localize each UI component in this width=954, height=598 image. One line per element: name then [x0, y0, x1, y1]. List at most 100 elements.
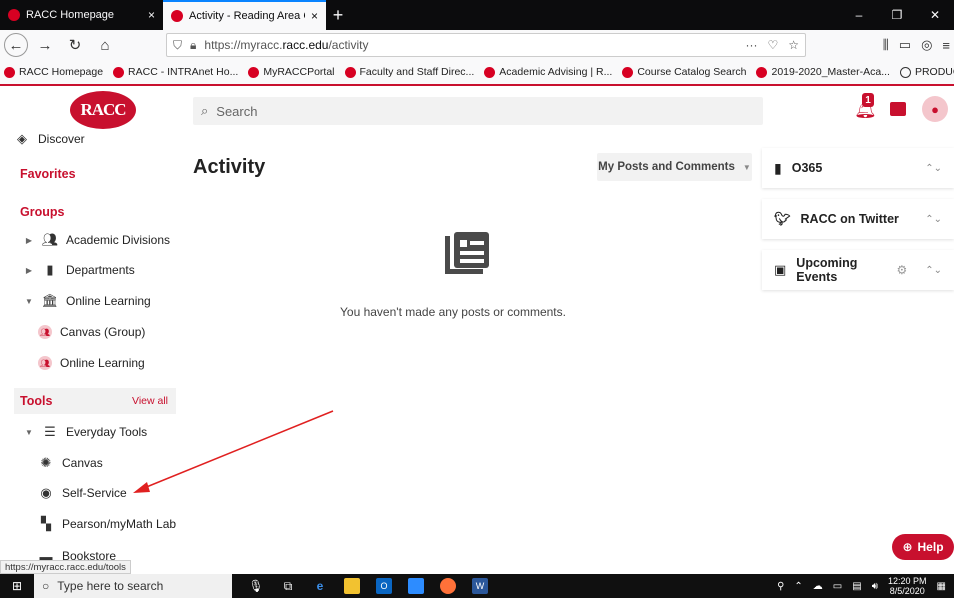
- task-view-icon[interactable]: ⧉: [280, 578, 296, 594]
- expand-chevron-icon[interactable]: ⌃⌄: [925, 163, 942, 174]
- volume-icon[interactable]: 🔊︎: [872, 581, 878, 592]
- widget-label: O365: [791, 161, 823, 175]
- filter-dropdown[interactable]: My Posts and Comments ▼: [597, 153, 752, 181]
- sidebar-item-label: Departments: [66, 263, 135, 277]
- word-icon[interactable]: W: [472, 578, 488, 594]
- pearson-icon: ▚: [41, 516, 51, 531]
- bookmark-item[interactable]: MyRACCPortal: [248, 66, 335, 78]
- taskbar-search-input[interactable]: ○ Type here to search: [34, 574, 232, 598]
- url-bar[interactable]: ⛉ 🔒︎ https://myracc.racc.edu/activity ··…: [166, 33, 806, 57]
- bookmark-item[interactable]: Faculty and Staff Direc...: [344, 66, 475, 78]
- window-controls: – ❐ ✕: [840, 0, 954, 30]
- bookmark-item[interactable]: Course Catalog Search: [622, 66, 746, 78]
- expand-chevron-icon[interactable]: ⌃⌄: [925, 214, 942, 225]
- bookmark-label: PRODUCTION - [R18_...: [914, 66, 954, 78]
- sidebar-item-label: Everyday Tools: [66, 425, 148, 439]
- reload-button[interactable]: ↻: [62, 32, 88, 58]
- sidebar-item-online-learning[interactable]: ▼ 🏛︎ Online Learning: [0, 291, 178, 311]
- tools-view-all-link[interactable]: View all: [132, 395, 168, 407]
- help-button[interactable]: ⊕ Help: [892, 534, 954, 560]
- home-button[interactable]: ⌂: [92, 32, 118, 58]
- microphone-icon[interactable]: 🎙︎: [248, 578, 264, 594]
- bookmark-item[interactable]: RACC Homepage: [4, 66, 103, 78]
- chevron-down-icon: ▼: [742, 162, 751, 172]
- people-icon[interactable]: ⚲: [777, 581, 784, 592]
- menu-icon[interactable]: ≡: [942, 38, 950, 53]
- expand-chevron-icon[interactable]: ⌃⌄: [925, 265, 942, 276]
- browser-tab-strip: RACC Homepage × Activity - Reading Area …: [0, 0, 954, 30]
- bookmark-item[interactable]: RACC - INTRAnet Ho...: [113, 66, 238, 78]
- racc-icon: [484, 66, 496, 78]
- caret-right-icon[interactable]: ▶: [24, 236, 34, 245]
- pocket-icon[interactable]: ♡: [767, 38, 778, 52]
- tab-racc-homepage[interactable]: RACC Homepage ×: [0, 0, 163, 30]
- notification-badge: 1: [862, 93, 874, 107]
- calendar-icon: ▣: [774, 262, 787, 277]
- forward-button[interactable]: →: [32, 32, 58, 58]
- document-list-icon: [445, 232, 489, 274]
- sidebar-item-label: Canvas (Group): [60, 325, 146, 339]
- extension-icon[interactable]: ◎: [921, 37, 932, 53]
- sidebar-item-label: Online Learning: [66, 294, 151, 308]
- clock[interactable]: 12:20 PM 8/5/2020: [888, 576, 927, 596]
- sidebar-item-self-service[interactable]: ◉ Self-Service: [0, 483, 178, 503]
- maximize-button[interactable]: ❐: [878, 0, 916, 30]
- tab-activity[interactable]: Activity - Reading Area Comm ×: [163, 0, 326, 30]
- sidebar-item-online-learning-group[interactable]: 👥︎ Online Learning: [0, 353, 178, 373]
- show-hidden-icons[interactable]: ⌃: [794, 581, 802, 592]
- sidebar-item-everyday-tools[interactable]: ▼ ☰ Everyday Tools: [0, 422, 178, 442]
- library-icon[interactable]: ⫼: [883, 37, 889, 53]
- browser-toolbar-right: ⫼ ▭ ◎ ≡: [883, 33, 950, 57]
- windows-start-icon[interactable]: ⊞: [0, 574, 34, 598]
- sidebar-item-label: Self-Service: [62, 486, 127, 500]
- notifications-icon[interactable]: ▦: [937, 581, 946, 592]
- new-tab-button[interactable]: +: [326, 0, 350, 30]
- avatar[interactable]: ●: [922, 96, 948, 122]
- windows-taskbar: ⊞ ○ Type here to search 🎙︎ ⧉ e O W ⚲ ⌃ ☁…: [0, 574, 954, 598]
- sidebar-item-canvas-group[interactable]: 👥︎ Canvas (Group): [0, 322, 178, 342]
- page-actions-icon[interactable]: ···: [745, 38, 757, 52]
- help-label: Help: [917, 540, 944, 554]
- bookmark-star-icon[interactable]: ☆: [788, 38, 799, 52]
- url-text: https://myracc.racc.edu/activity: [204, 38, 369, 52]
- lock-icon[interactable]: 🔒︎: [190, 38, 196, 53]
- widget-twitter[interactable]: 🐦︎ RACC on Twitter ⌃⌄: [762, 199, 954, 239]
- widget-o365[interactable]: ▮ O365 ⌃⌄: [762, 148, 954, 188]
- file-explorer-icon[interactable]: [344, 578, 360, 594]
- widget-upcoming-events[interactable]: ▣ Upcoming Events ⚙ ⌃⌄: [762, 250, 954, 290]
- sidebar-item-discover[interactable]: ◈ Discover: [0, 132, 178, 148]
- sidebar-item-departments[interactable]: ▶ ▮ Departments: [0, 260, 178, 280]
- shield-icon[interactable]: ⛉: [173, 38, 182, 53]
- minimize-button[interactable]: –: [840, 0, 878, 30]
- racc-icon: [113, 66, 125, 78]
- filter-label: My Posts and Comments: [598, 161, 735, 173]
- zoom-icon[interactable]: [408, 578, 424, 594]
- battery-icon[interactable]: ▭: [833, 581, 842, 592]
- notification-bell-icon[interactable]: 🔔︎ 1: [854, 93, 877, 119]
- close-tab-icon[interactable]: ×: [311, 9, 318, 23]
- messages-icon[interactable]: [890, 102, 906, 116]
- outlook-icon[interactable]: O: [376, 578, 392, 594]
- back-button[interactable]: ←: [4, 33, 28, 57]
- clock-date: 8/5/2020: [889, 586, 925, 596]
- close-tab-icon[interactable]: ×: [148, 8, 155, 22]
- firefox-icon[interactable]: [440, 578, 456, 594]
- sidebar-icon[interactable]: ▭: [899, 37, 911, 53]
- racc-logo[interactable]: RACC: [70, 91, 136, 129]
- bookmark-item[interactable]: PRODUCTION - [R18_...: [899, 66, 954, 78]
- caret-right-icon[interactable]: ▶: [24, 266, 34, 275]
- close-window-button[interactable]: ✕: [916, 0, 954, 30]
- caret-down-icon[interactable]: ▼: [24, 428, 34, 437]
- edge-icon[interactable]: e: [312, 578, 328, 594]
- network-icon[interactable]: ▤: [852, 581, 861, 592]
- bookmark-item[interactable]: Academic Advising | R...: [484, 66, 612, 78]
- onedrive-icon[interactable]: ☁: [813, 581, 823, 592]
- sidebar-item-canvas[interactable]: ✺ Canvas: [0, 453, 178, 473]
- sidebar-item-academic-divisions[interactable]: ▶ 👥︎ Academic Divisions: [0, 230, 178, 250]
- caret-down-icon[interactable]: ▼: [24, 297, 34, 306]
- sidebar-item-pearson[interactable]: ▚ Pearson/myMath Lab: [0, 514, 178, 534]
- bookmark-item[interactable]: 2019-2020_Master-Aca...: [756, 66, 890, 78]
- search-input[interactable]: ⌕ Search: [193, 97, 763, 125]
- gear-icon[interactable]: ⚙: [896, 263, 907, 277]
- bookmark-label: Faculty and Staff Direc...: [359, 66, 475, 78]
